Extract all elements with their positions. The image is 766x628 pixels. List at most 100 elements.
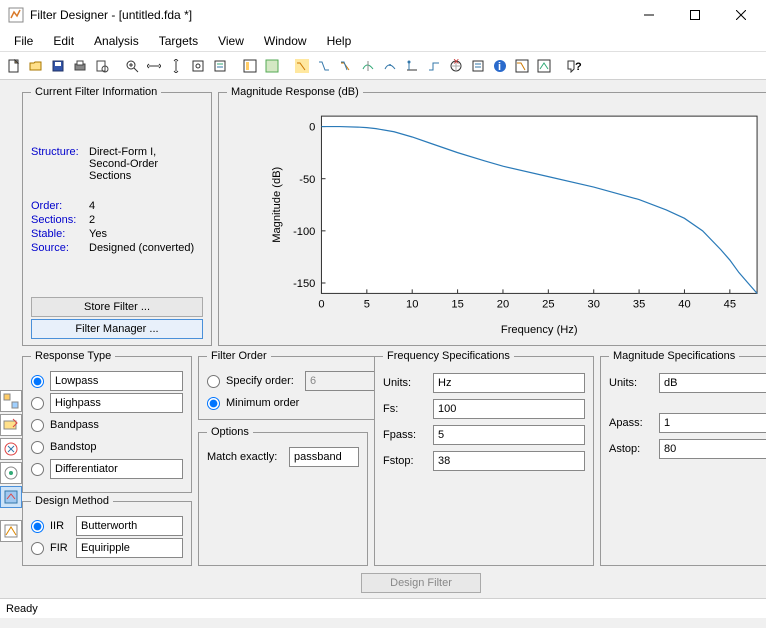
print-icon[interactable]: [70, 56, 90, 76]
magphase-icon[interactable]: [336, 56, 356, 76]
svg-text:20: 20: [497, 299, 509, 311]
magnitude-legend: Magnitude Response (dB): [227, 86, 363, 98]
svg-text:Frequency (Hz): Frequency (Hz): [501, 324, 578, 336]
freq-units-select[interactable]: Hz: [433, 373, 585, 393]
side-current-icon[interactable]: [0, 486, 22, 508]
side-import-icon[interactable]: [0, 414, 22, 436]
toggle-legend-icon[interactable]: [210, 56, 230, 76]
svg-text:10: 10: [406, 299, 418, 311]
minimize-button[interactable]: [626, 0, 672, 30]
menu-help[interactable]: Help: [317, 32, 362, 50]
menu-targets[interactable]: Targets: [149, 32, 208, 50]
mag-units-label: Units:: [609, 377, 653, 389]
svg-text:15: 15: [451, 299, 463, 311]
full-view-icon[interactable]: [262, 56, 282, 76]
lowpass-radio[interactable]: [31, 375, 44, 388]
statusbar: Ready: [0, 598, 766, 618]
magmask-icon[interactable]: [512, 56, 532, 76]
iir-select[interactable]: Butterworth: [76, 516, 183, 536]
stable-label: Stable:: [31, 228, 89, 240]
fstop-label: Fstop:: [383, 455, 427, 467]
order-label: Order:: [31, 200, 89, 212]
filter-info-icon[interactable]: i: [490, 56, 510, 76]
freq-spec-legend: Frequency Specifications: [383, 350, 514, 362]
open-icon[interactable]: [26, 56, 46, 76]
svg-text:-100: -100: [293, 226, 315, 238]
fir-radio[interactable]: [31, 542, 44, 555]
group-delay-icon[interactable]: [358, 56, 378, 76]
magnitude-spec-panel: Magnitude Specifications Units:dB Apass:…: [600, 350, 766, 566]
magnitude-response-panel: Magnitude Response (dB) 0510152025303540…: [218, 86, 766, 346]
filter-manager-button[interactable]: Filter Manager ...: [31, 319, 203, 339]
maximize-button[interactable]: [672, 0, 718, 30]
phase-delay-icon[interactable]: [380, 56, 400, 76]
menu-file[interactable]: File: [4, 32, 43, 50]
stable-value: Yes: [89, 228, 107, 240]
svg-text:?: ?: [575, 61, 582, 73]
differentiator-radio[interactable]: [31, 463, 44, 476]
menu-edit[interactable]: Edit: [43, 32, 84, 50]
zoom-y-icon[interactable]: [166, 56, 186, 76]
side-realize-icon[interactable]: [0, 462, 22, 484]
polezero-icon[interactable]: ×: [446, 56, 466, 76]
impulse-icon[interactable]: [402, 56, 422, 76]
minimum-order-radio[interactable]: [207, 397, 220, 410]
highpass-radio[interactable]: [31, 397, 44, 410]
close-button[interactable]: [718, 0, 764, 30]
app-icon: [8, 7, 24, 23]
store-filter-button[interactable]: Store Filter ...: [31, 297, 203, 317]
fir-select[interactable]: Equiripple: [76, 538, 183, 558]
mag-units-select[interactable]: dB: [659, 373, 766, 393]
astop-input[interactable]: [659, 439, 766, 459]
menu-view[interactable]: View: [208, 32, 254, 50]
zoom-in-icon[interactable]: [122, 56, 142, 76]
bandstop-radio[interactable]: [31, 441, 44, 454]
fs-input[interactable]: [433, 399, 585, 419]
new-icon[interactable]: [4, 56, 24, 76]
filter-order-legend: Filter Order: [207, 350, 271, 362]
bandpass-radio[interactable]: [31, 419, 44, 432]
step-icon[interactable]: [424, 56, 444, 76]
svg-text:-50: -50: [299, 174, 315, 186]
filter-specs-icon[interactable]: [240, 56, 260, 76]
iir-radio[interactable]: [31, 520, 44, 533]
menubar: File Edit Analysis Targets View Window H…: [0, 30, 766, 52]
fs-label: Fs:: [383, 403, 427, 415]
apass-input[interactable]: [659, 413, 766, 433]
match-exactly-label: Match exactly:: [207, 451, 285, 463]
magnitude-icon[interactable]: [292, 56, 312, 76]
side-polezero-icon[interactable]: [0, 438, 22, 460]
svg-text:i: i: [498, 61, 501, 73]
side-design-icon[interactable]: [0, 390, 22, 412]
match-exactly-select[interactable]: passband: [289, 447, 359, 467]
options-legend: Options: [207, 426, 253, 438]
zoom-x-icon[interactable]: [144, 56, 164, 76]
sections-value: 2: [89, 214, 95, 226]
titlebar: Filter Designer - [untitled.fda *]: [0, 0, 766, 30]
lowpass-select[interactable]: Lowpass: [50, 371, 183, 391]
highpass-select[interactable]: Highpass: [50, 393, 183, 413]
status-text: Ready: [6, 603, 38, 615]
options-panel: Options Match exactly: passband: [198, 426, 368, 566]
mag-spec-legend: Magnitude Specifications: [609, 350, 739, 362]
design-filter-button[interactable]: Design Filter: [361, 573, 481, 593]
menu-window[interactable]: Window: [254, 32, 317, 50]
phase-icon[interactable]: [314, 56, 334, 76]
menu-analysis[interactable]: Analysis: [84, 32, 149, 50]
restore-view-icon[interactable]: [188, 56, 208, 76]
save-icon[interactable]: [48, 56, 68, 76]
specify-order-radio[interactable]: [207, 375, 220, 388]
fpass-input[interactable]: [433, 425, 585, 445]
svg-text:Magnitude (dB): Magnitude (dB): [271, 166, 283, 242]
round-off-icon[interactable]: [534, 56, 554, 76]
whats-this-icon[interactable]: ?: [564, 56, 584, 76]
side-quantize-icon[interactable]: [0, 520, 22, 542]
fpass-label: Fpass:: [383, 429, 427, 441]
svg-text:5: 5: [364, 299, 370, 311]
frequency-spec-panel: Frequency Specifications Units:Hz Fs: Fp…: [374, 350, 594, 566]
coefficients-icon[interactable]: [468, 56, 488, 76]
differentiator-select[interactable]: Differentiator: [50, 459, 183, 479]
fstop-input[interactable]: [433, 451, 585, 471]
print-preview-icon[interactable]: [92, 56, 112, 76]
design-method-panel: Design Method IIRButterworth FIREquiripp…: [22, 495, 192, 566]
